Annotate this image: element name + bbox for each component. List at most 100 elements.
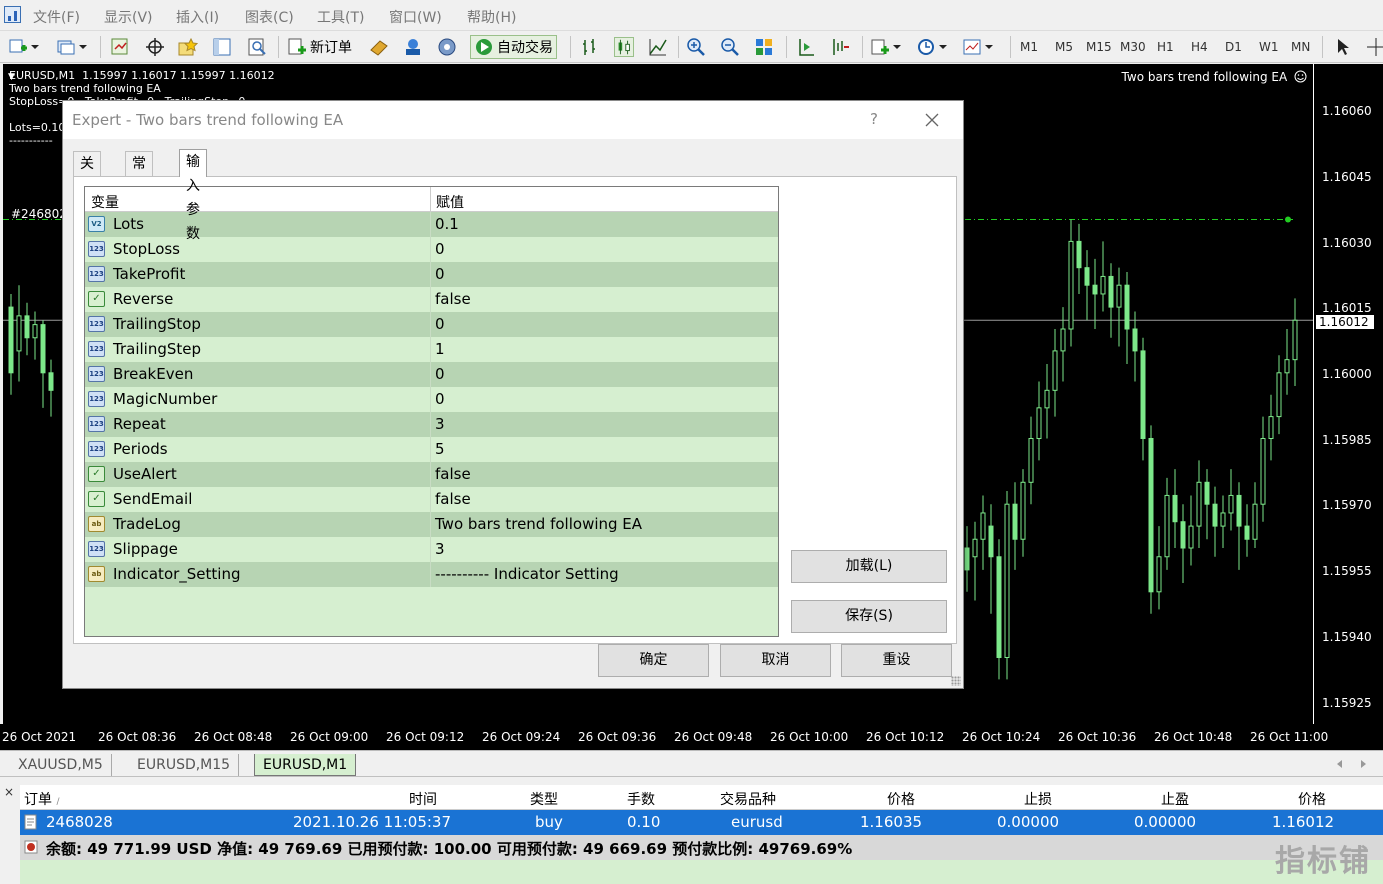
new-chart-button[interactable] (8, 35, 39, 59)
param-value[interactable]: 0 (435, 240, 445, 258)
param-row[interactable]: ab Indicator_Setting ---------- Indicator … (85, 562, 778, 587)
param-value[interactable]: false (435, 465, 471, 483)
col-time[interactable]: 时间 (409, 789, 437, 809)
candle-body (1092, 284, 1098, 295)
col-lots[interactable]: 手数 (627, 789, 655, 809)
resize-grip-icon[interactable] (951, 676, 961, 686)
tab-scroll-left-icon[interactable] (1335, 759, 1343, 769)
param-row[interactable]: 123 TrailingStop 0 (85, 312, 778, 337)
param-value[interactable]: 0 (435, 365, 445, 383)
close-icon[interactable]: × (4, 785, 14, 799)
col-tp[interactable]: 止盈 (1161, 789, 1189, 809)
param-row[interactable]: 123 Slippage 3 (85, 537, 778, 562)
menu-tools[interactable]: 工具(T) (317, 7, 364, 27)
cancel-button[interactable]: 取消 (720, 644, 831, 677)
favorites-icon[interactable] (178, 37, 198, 57)
profiles-button[interactable] (56, 35, 87, 59)
param-row[interactable]: 123 TakeProfit 0 (85, 262, 778, 287)
col-price[interactable]: 价格 (887, 789, 915, 809)
save-button[interactable]: 保存(S) (791, 600, 947, 633)
timeframe-m5[interactable]: M5 (1055, 40, 1073, 54)
param-value[interactable]: Two bars trend following EA (435, 515, 642, 533)
indicators-button[interactable] (870, 35, 901, 59)
param-row[interactable]: ✓ UseAlert false (85, 462, 778, 487)
tab-scroll-right-icon[interactable] (1360, 759, 1368, 769)
bar-chart-icon[interactable] (580, 37, 600, 57)
timeframe-mn[interactable]: MN (1291, 40, 1310, 54)
tab-eurusd-m1[interactable]: EURUSD,M1 (254, 754, 357, 776)
col-current-price[interactable]: 价格 (1298, 789, 1326, 809)
tab-common[interactable]: 常用 (125, 151, 153, 196)
dialog-title-bar[interactable]: Expert - Two bars trend following EA ? (63, 101, 963, 139)
timeframe-h4[interactable]: H4 (1191, 40, 1208, 54)
line-chart-icon[interactable] (648, 37, 668, 57)
timeframe-h1[interactable]: H1 (1157, 40, 1174, 54)
market-watch-icon[interactable] (110, 37, 130, 57)
ok-button[interactable]: 确定 (598, 644, 709, 677)
param-value[interactable]: 5 (435, 440, 445, 458)
crosshair-tool-icon[interactable] (1366, 37, 1383, 57)
menu-help[interactable]: 帮助(H) (467, 7, 516, 27)
menu-charts[interactable]: 图表(C) (245, 7, 294, 27)
vps-icon[interactable] (437, 37, 457, 57)
param-value[interactable]: 0 (435, 390, 445, 408)
param-row[interactable]: 123 BreakEven 0 (85, 362, 778, 387)
tile-windows-icon[interactable] (754, 37, 774, 57)
tab-xauusd-m5[interactable]: XAUUSD,M5 (10, 754, 112, 776)
table-row[interactable]: 2468028 2021.10.26 11:05:37 buy 0.10 eur… (20, 810, 1383, 835)
candle-body (1172, 494, 1178, 523)
crosshair-icon[interactable] (145, 37, 165, 57)
autoscroll-icon[interactable] (830, 37, 850, 57)
col-type[interactable]: 类型 (530, 789, 558, 809)
auto-trading-button[interactable]: 自动交易 (470, 35, 557, 59)
param-value[interactable]: ---------- Indicator Setting (435, 565, 619, 583)
param-value[interactable]: 3 (435, 540, 445, 558)
col-order[interactable]: 订单 ∕ (24, 789, 60, 809)
param-row[interactable]: 123 Repeat 3 (85, 412, 778, 437)
param-row[interactable]: ✓ Reverse false (85, 287, 778, 312)
reset-button[interactable]: 重设 (841, 644, 952, 677)
zoom-out-icon[interactable] (720, 37, 740, 57)
menu-insert[interactable]: 插入(I) (176, 7, 219, 27)
param-value[interactable]: 0 (435, 265, 445, 283)
menu-file[interactable]: 文件(F) (33, 7, 80, 27)
periods-button[interactable] (916, 35, 947, 59)
param-value[interactable]: false (435, 290, 471, 308)
cursor-icon[interactable] (1333, 37, 1353, 57)
zoom-in-icon[interactable] (686, 37, 706, 57)
tab-about[interactable]: 关于 (73, 151, 101, 196)
param-row[interactable]: ✓ SendEmail false (85, 487, 778, 512)
navigator-icon[interactable] (212, 37, 232, 57)
candlestick-icon[interactable] (614, 37, 634, 57)
col-symbol[interactable]: 交易品种 (720, 789, 776, 809)
tab-inputs[interactable]: 输入参数 (179, 149, 207, 242)
param-value[interactable]: 1 (435, 340, 445, 358)
close-icon[interactable] (925, 113, 939, 127)
param-row[interactable]: ab TradeLog Two bars trend following EA (85, 512, 778, 537)
param-row[interactable]: 123 Periods 5 (85, 437, 778, 462)
timeframe-m1[interactable]: M1 (1020, 40, 1038, 54)
timeframe-m15[interactable]: M15 (1086, 40, 1112, 54)
timeframe-w1[interactable]: W1 (1259, 40, 1279, 54)
load-button[interactable]: 加载(L) (791, 550, 947, 583)
timeframe-d1[interactable]: D1 (1225, 40, 1242, 54)
strategy-tester-icon[interactable] (247, 37, 267, 57)
param-row[interactable]: 123 TrailingStep 1 (85, 337, 778, 362)
help-button[interactable]: ? (870, 110, 878, 128)
chart-shift-icon[interactable] (796, 37, 816, 57)
timeframe-m30[interactable]: M30 (1120, 40, 1146, 54)
candle-body (1036, 407, 1042, 439)
param-value[interactable]: false (435, 490, 471, 508)
metaeditor-icon[interactable] (369, 37, 389, 57)
menu-window[interactable]: 窗口(W) (389, 7, 442, 27)
menu-view[interactable]: 显示(V) (104, 7, 153, 27)
trading-signals-icon[interactable] (403, 37, 423, 57)
param-value[interactable]: 0 (435, 315, 445, 333)
templates-button[interactable] (962, 35, 993, 59)
new-order-button[interactable]: 新订单 (287, 35, 352, 59)
param-value[interactable]: 0.1 (435, 215, 459, 233)
param-row[interactable]: 123 MagicNumber 0 (85, 387, 778, 412)
tab-eurusd-m15[interactable]: EURUSD,M15 (129, 754, 240, 776)
param-value[interactable]: 3 (435, 415, 445, 433)
col-sl[interactable]: 止损 (1024, 789, 1052, 809)
